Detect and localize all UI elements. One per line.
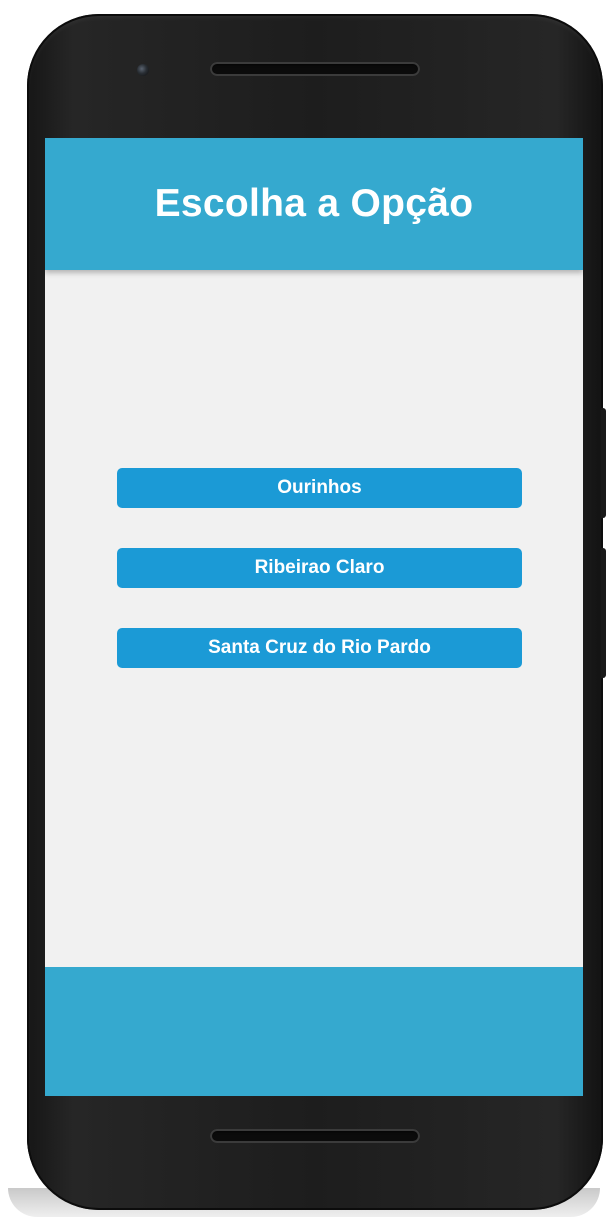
options-panel: Ourinhos Ribeirao Claro Santa Cruz do Ri… (45, 270, 583, 967)
page-title: Escolha a Opção (154, 182, 474, 225)
earpiece-speaker (210, 62, 420, 76)
option-button-santa-cruz-do-rio-pardo[interactable]: Santa Cruz do Rio Pardo (117, 628, 522, 668)
device-mockup: Escolha a Opção Ourinhos Ribeirao Claro … (0, 0, 608, 1217)
option-button-ribeirao-claro[interactable]: Ribeirao Claro (117, 548, 522, 588)
bottom-speaker (210, 1129, 420, 1143)
power-button (601, 408, 606, 518)
option-button-ourinhos[interactable]: Ourinhos (117, 468, 522, 508)
volume-button (601, 548, 606, 678)
front-camera-icon (137, 64, 149, 76)
app-header: Escolha a Opção (45, 138, 583, 270)
app-footer (45, 967, 583, 1096)
app-screen: Escolha a Opção Ourinhos Ribeirao Claro … (45, 138, 583, 1096)
